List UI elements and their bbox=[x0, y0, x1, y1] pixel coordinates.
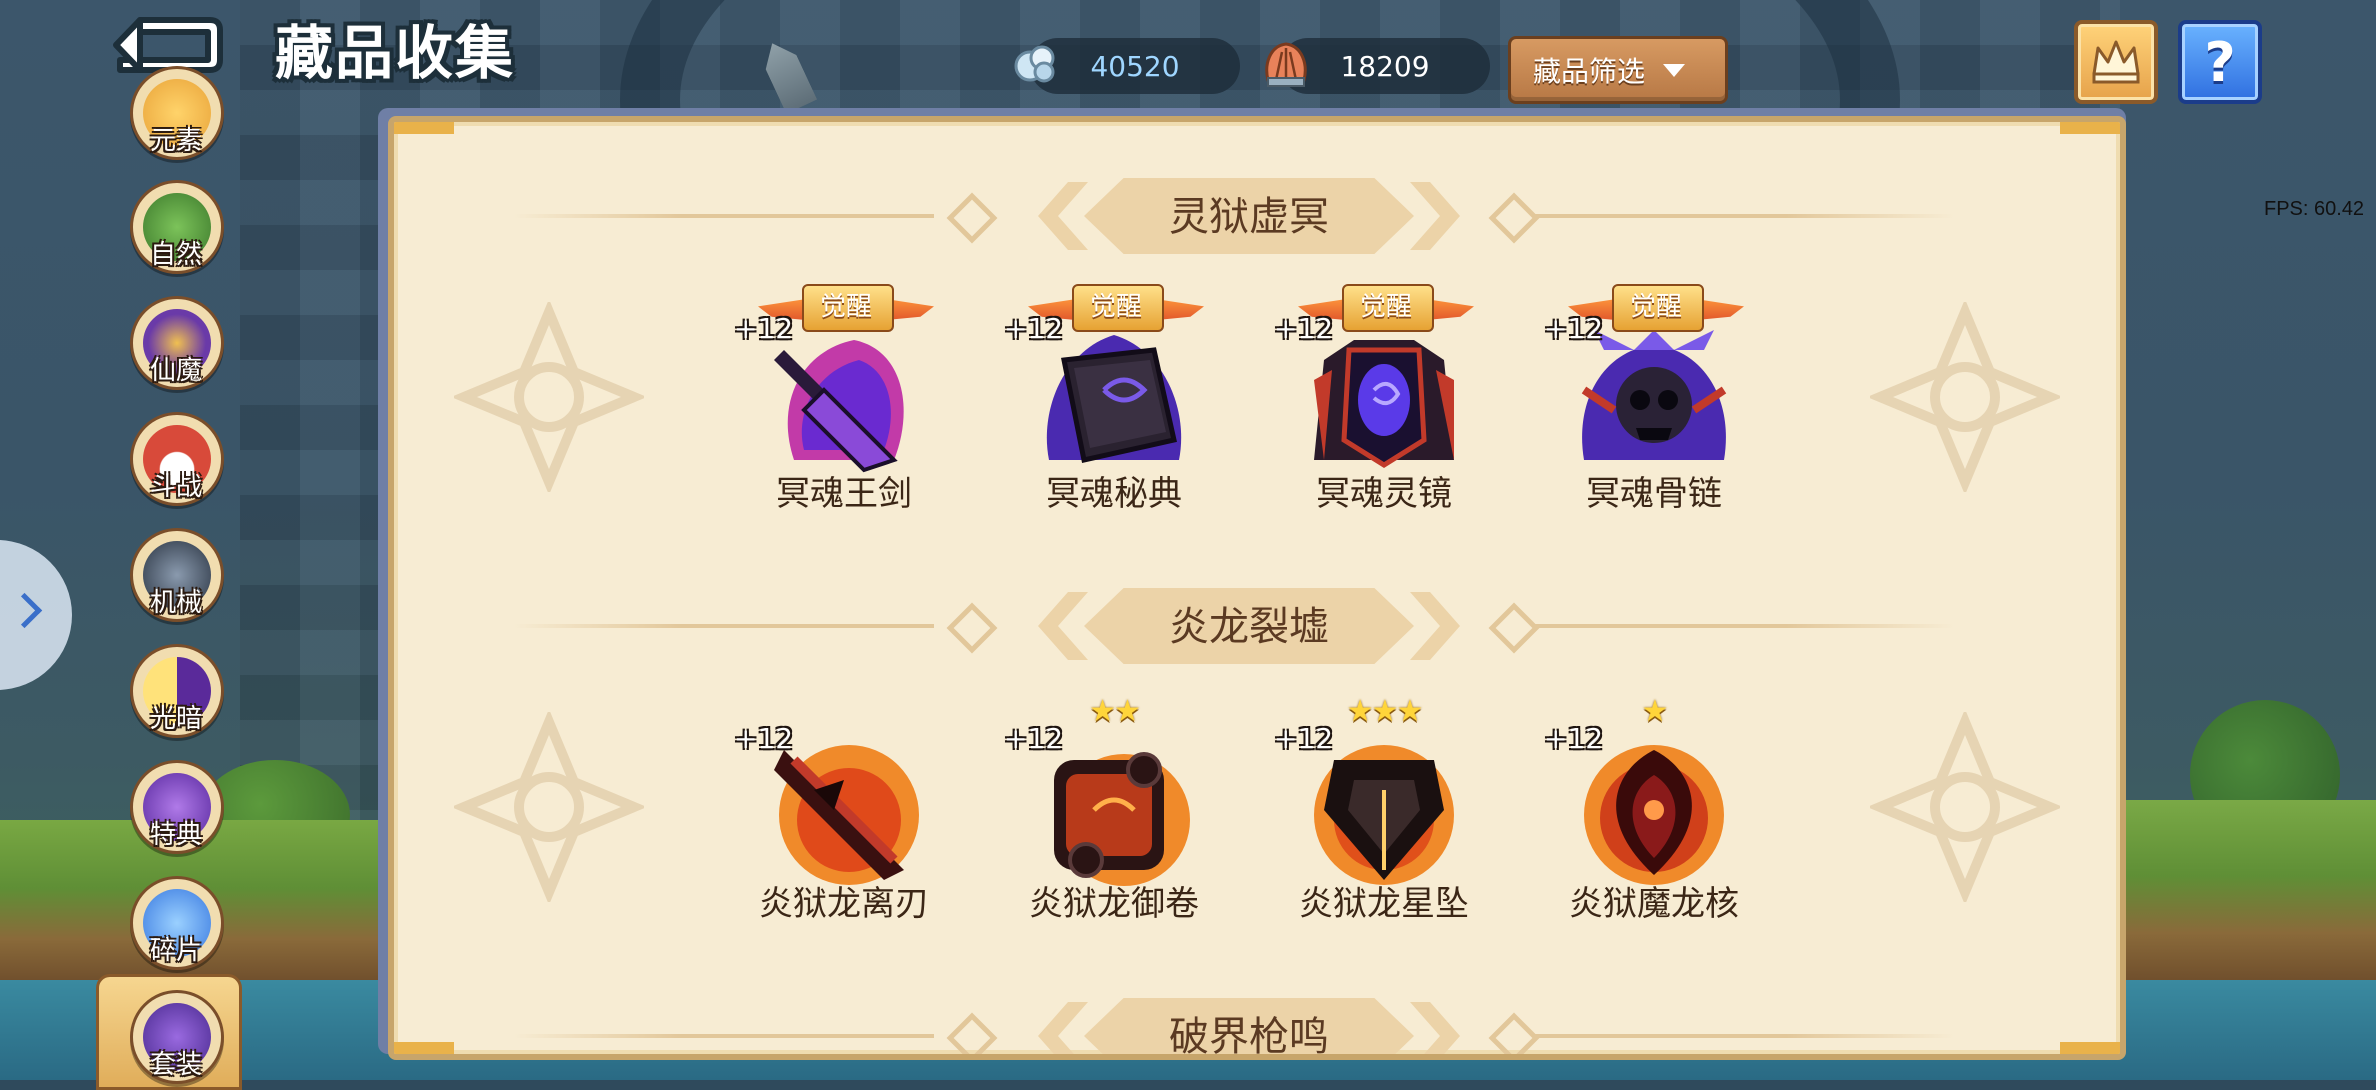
item-level: +12 bbox=[734, 312, 794, 345]
category-sidebar: 元素 自然 仙魔 斗战 机械 光暗 特典 碎片 套装 bbox=[96, 66, 250, 1090]
collection-item[interactable]: ★★★ +12 炎狱龙星坠 bbox=[1274, 692, 1494, 932]
section-header: 炎龙裂墟 bbox=[394, 580, 2120, 670]
chevron-right-icon bbox=[6, 592, 43, 629]
category-label: 斗战 bbox=[149, 472, 202, 502]
collection-item[interactable]: 觉醒 +12 冥魂王剑 bbox=[734, 282, 954, 522]
section-title: 灵狱虚冥 bbox=[1169, 194, 1329, 240]
pearl-icon bbox=[1014, 45, 1055, 83]
section-header: 灵狱虚冥 bbox=[394, 170, 2120, 260]
category-label: 特典 bbox=[149, 820, 202, 850]
category-label: 碎片 bbox=[149, 936, 202, 966]
item-name: 炎狱龙御卷 bbox=[1029, 884, 1199, 924]
shell-currency: 18209 bbox=[1265, 38, 1490, 94]
category-label: 机械 bbox=[149, 588, 202, 618]
category-label: 元素 bbox=[149, 126, 202, 156]
category-label: 仙魔 bbox=[149, 356, 202, 386]
item-name: 炎狱龙星坠 bbox=[1299, 884, 1469, 924]
item-level: +12 bbox=[1274, 312, 1334, 345]
item-level: +12 bbox=[1544, 722, 1604, 755]
collection-item[interactable]: ★★ +12 炎狱龙御卷 bbox=[1004, 692, 1224, 932]
item-level: +12 bbox=[1004, 312, 1064, 345]
question-mark-icon: ? bbox=[2204, 30, 2236, 94]
collection-item[interactable]: +12 炎狱龙离刃 bbox=[734, 692, 954, 932]
page-title: 藏品收集 bbox=[275, 19, 516, 87]
shell-icon bbox=[1265, 42, 1307, 87]
ornament-decoration bbox=[451, 299, 647, 495]
category-element[interactable]: 元素 bbox=[130, 66, 224, 160]
item-level: +12 bbox=[1274, 722, 1334, 755]
ornament-decoration bbox=[1867, 709, 2063, 905]
fps-counter: FPS: 60.42 bbox=[2264, 198, 2365, 220]
collection-item[interactable]: 觉醒 +12 冥魂灵镜 bbox=[1274, 282, 1494, 522]
section-title: 破界枪鸣 bbox=[1169, 1014, 1329, 1060]
ornament-decoration bbox=[451, 709, 647, 905]
category-machine[interactable]: 机械 bbox=[130, 528, 224, 622]
ornament-decoration bbox=[1867, 299, 2063, 495]
item-name: 炎狱龙离刃 bbox=[759, 884, 929, 924]
category-special[interactable]: 特典 bbox=[130, 760, 224, 854]
item-level: +12 bbox=[1004, 722, 1064, 755]
collection-filter-dropdown[interactable]: 藏品筛选 bbox=[1508, 36, 1728, 104]
item-level: +12 bbox=[1544, 312, 1604, 345]
item-name: 炎狱魔龙核 bbox=[1569, 884, 1739, 924]
category-label: 自然 bbox=[149, 240, 202, 270]
item-name: 冥魂秘典 bbox=[1046, 474, 1182, 514]
chevron-down-icon bbox=[1663, 63, 1686, 77]
collection-item[interactable]: ★ +12 炎狱魔龙核 bbox=[1544, 692, 1764, 932]
collection-panel: 灵狱虚冥 觉醒 +12 冥魂王剑 觉醒 +12 冥魂秘典 觉醒 +12 冥魂灵镜… bbox=[388, 116, 2126, 1060]
item-name: 冥魂骨链 bbox=[1586, 474, 1722, 514]
section-header: 破界枪鸣 bbox=[394, 990, 2120, 1060]
help-button[interactable]: ? bbox=[2178, 20, 2262, 104]
pearl-currency: 40520 bbox=[1014, 38, 1240, 94]
category-nature[interactable]: 自然 bbox=[130, 180, 224, 274]
category-label: 套装 bbox=[149, 1050, 202, 1080]
crown-button[interactable] bbox=[2074, 20, 2158, 104]
collection-item[interactable]: 觉醒 +12 冥魂秘典 bbox=[1004, 282, 1224, 522]
item-name: 冥魂灵镜 bbox=[1316, 474, 1452, 514]
category-light-dark[interactable]: 光暗 bbox=[130, 644, 224, 738]
category-immortal-demon[interactable]: 仙魔 bbox=[130, 296, 224, 390]
category-set[interactable]: 套装 bbox=[130, 990, 224, 1084]
collection-item[interactable]: 觉醒 +12 冥魂骨链 bbox=[1544, 282, 1764, 522]
category-label: 光暗 bbox=[149, 704, 202, 734]
filter-label: 藏品筛选 bbox=[1533, 55, 1646, 88]
section-title: 炎龙裂墟 bbox=[1169, 604, 1329, 650]
item-name: 冥魂王剑 bbox=[776, 474, 912, 514]
category-fragment[interactable]: 碎片 bbox=[130, 876, 224, 970]
item-level: +12 bbox=[734, 722, 794, 755]
category-battle[interactable]: 斗战 bbox=[130, 412, 224, 506]
crown-icon bbox=[2092, 40, 2140, 84]
